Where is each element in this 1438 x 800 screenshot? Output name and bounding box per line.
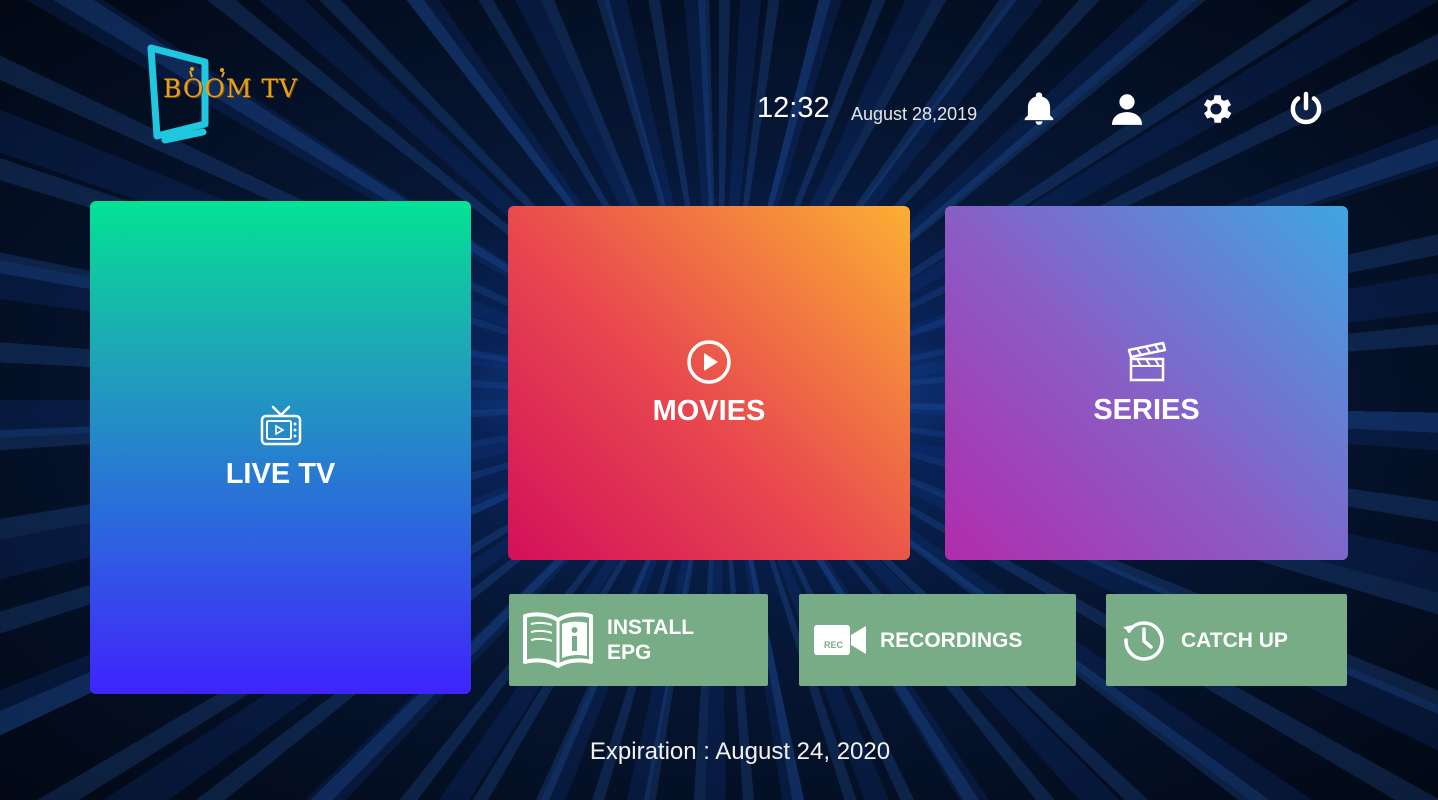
movies-tile[interactable]: MOVIES: [508, 206, 910, 560]
play-circle-icon: [687, 339, 731, 384]
brand-logo: BOOM TV: [143, 44, 313, 144]
install-epg-button[interactable]: INSTALL EPG: [509, 594, 768, 686]
rec-badge: REC: [824, 640, 844, 650]
power-button[interactable]: [1287, 90, 1325, 128]
brand-name: BOOM TV: [163, 74, 299, 103]
series-label: SERIES: [1093, 393, 1200, 426]
gear-icon: [1203, 95, 1232, 123]
install-epg-line1: INSTALL: [607, 616, 695, 639]
power-icon: [1290, 91, 1322, 125]
history-clock-icon: [1123, 621, 1164, 661]
user-icon: [1111, 94, 1143, 125]
series-tile[interactable]: SERIES: [945, 206, 1348, 560]
recordings-label: RECORDINGS: [880, 628, 1023, 652]
notifications-button[interactable]: [1020, 90, 1058, 128]
expiration-text: Expiration : August 24, 2020: [589, 738, 891, 765]
clapperboard-icon: [1127, 341, 1166, 381]
movies-label: MOVIES: [652, 394, 766, 427]
settings-button[interactable]: [1197, 90, 1235, 128]
clock-time: 12:32: [757, 92, 830, 124]
bell-icon: [1024, 92, 1054, 125]
tv-icon: [260, 405, 301, 446]
live-tv-tile[interactable]: LIVE TV: [90, 201, 471, 694]
catch-up-button[interactable]: CATCH UP: [1106, 594, 1347, 686]
recordings-button[interactable]: REC RECORDINGS: [799, 594, 1076, 686]
live-tv-label: LIVE TV: [225, 458, 336, 490]
profile-button[interactable]: [1108, 90, 1146, 128]
catch-up-label: CATCH UP: [1181, 628, 1288, 652]
install-epg-line2: EPG: [607, 641, 652, 664]
book-info-icon: [523, 612, 593, 668]
rec-camera-icon: REC: [814, 625, 866, 655]
current-date: August 28,2019: [851, 104, 978, 124]
